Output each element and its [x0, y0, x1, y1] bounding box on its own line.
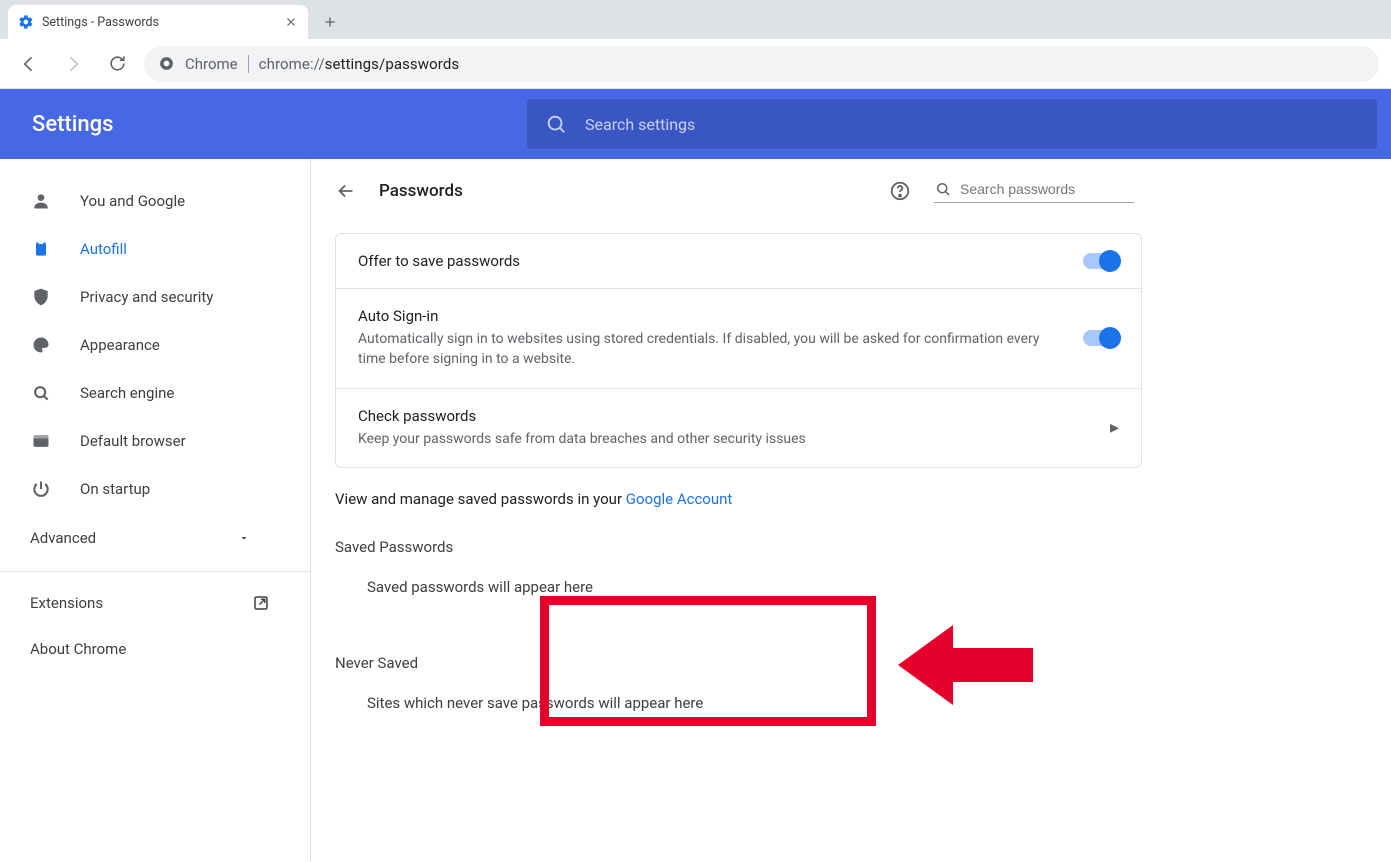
saved-passwords-empty: Saved passwords will appear here — [311, 556, 1166, 606]
power-icon — [30, 479, 52, 499]
advanced-label: Advanced — [30, 529, 96, 547]
sidebar-item-appearance[interactable]: Appearance — [0, 321, 310, 369]
sidebar-item-label: Default browser — [80, 432, 186, 450]
offer-save-label: Offer to save passwords — [358, 252, 1067, 270]
never-saved-empty: Sites which never save passwords will ap… — [311, 672, 1166, 722]
about-chrome-label: About Chrome — [30, 640, 126, 658]
open-in-new-icon — [252, 594, 270, 612]
tab-strip: Settings - Passwords — [0, 0, 1391, 39]
password-search-field[interactable] — [934, 180, 1134, 203]
browser-icon — [30, 431, 52, 451]
new-tab-button[interactable] — [316, 8, 344, 36]
sidebar-item-label: Privacy and security — [80, 288, 213, 306]
never-saved-heading: Never Saved — [311, 606, 1166, 672]
sidebar-item-label: Autofill — [80, 240, 127, 258]
sidebar-advanced[interactable]: Advanced — [0, 513, 280, 563]
search-settings-placeholder: Search settings — [585, 115, 695, 134]
reload-button[interactable] — [100, 47, 134, 81]
settings-sidebar: You and Google Autofill Privacy and secu… — [0, 159, 310, 862]
manage-passwords-line: View and manage saved passwords in your … — [311, 468, 1166, 508]
settings-title: Settings — [32, 112, 113, 137]
sidebar-extensions[interactable]: Extensions — [0, 580, 300, 626]
search-settings-field[interactable]: Search settings — [527, 99, 1377, 149]
sidebar-divider — [0, 571, 310, 572]
browser-tab[interactable]: Settings - Passwords — [8, 5, 308, 39]
check-passwords-subtitle: Keep your passwords safe from data breac… — [358, 429, 1094, 449]
sidebar-item-on-startup[interactable]: On startup — [0, 465, 310, 513]
omnibox-url: chrome://settings/passwords — [259, 55, 460, 73]
forward-button[interactable] — [56, 47, 90, 81]
search-icon — [934, 180, 952, 198]
person-icon — [30, 191, 52, 211]
back-icon[interactable] — [335, 180, 357, 202]
sidebar-item-search-engine[interactable]: Search engine — [0, 369, 310, 417]
browser-toolbar: Chrome chrome://settings/passwords — [0, 39, 1391, 89]
chevron-down-icon — [238, 532, 250, 544]
password-search-input[interactable] — [960, 181, 1134, 197]
omnibox[interactable]: Chrome chrome://settings/passwords — [144, 46, 1379, 82]
sidebar-item-autofill[interactable]: Autofill — [0, 225, 310, 273]
offer-save-toggle[interactable] — [1083, 253, 1119, 269]
palette-icon — [30, 335, 52, 355]
omnibox-label: Chrome — [185, 55, 238, 73]
help-icon[interactable] — [888, 179, 912, 203]
search-icon — [30, 383, 52, 403]
sidebar-item-label: On startup — [80, 480, 150, 498]
back-button[interactable] — [12, 47, 46, 81]
clipboard-icon — [30, 239, 52, 259]
google-account-link[interactable]: Google Account — [626, 490, 733, 508]
sidebar-item-default-browser[interactable]: Default browser — [0, 417, 310, 465]
saved-passwords-heading: Saved Passwords — [311, 508, 1166, 556]
check-passwords-row[interactable]: Check passwords Keep your passwords safe… — [336, 388, 1141, 467]
tab-title: Settings - Passwords — [42, 15, 159, 30]
tab-close-icon[interactable] — [284, 15, 298, 29]
chevron-right-icon: ▸ — [1110, 417, 1119, 438]
sidebar-item-privacy[interactable]: Privacy and security — [0, 273, 310, 321]
sidebar-item-label: Appearance — [80, 336, 160, 354]
auto-signin-subtitle: Automatically sign in to websites using … — [358, 329, 1067, 370]
omnibox-separator — [248, 55, 249, 73]
check-passwords-title: Check passwords — [358, 407, 1094, 425]
shield-icon — [30, 287, 52, 307]
search-icon — [545, 113, 567, 135]
sidebar-item-label: Search engine — [80, 384, 174, 402]
extensions-label: Extensions — [30, 594, 103, 612]
passwords-panel: Passwords Offer to save passwords — [311, 159, 1166, 862]
settings-favicon-icon — [18, 14, 34, 30]
sidebar-item-label: You and Google — [80, 192, 185, 210]
sidebar-item-you-and-google[interactable]: You and Google — [0, 177, 310, 225]
offer-save-passwords-row: Offer to save passwords — [336, 234, 1141, 288]
chrome-product-icon — [158, 55, 175, 72]
auto-signin-title: Auto Sign-in — [358, 307, 1067, 325]
page-title: Passwords — [379, 181, 463, 201]
auto-signin-row: Auto Sign-in Automatically sign in to we… — [336, 288, 1141, 388]
sidebar-about-chrome[interactable]: About Chrome — [0, 626, 310, 672]
auto-signin-toggle[interactable] — [1083, 330, 1119, 346]
settings-header: Settings Search settings — [0, 89, 1391, 159]
